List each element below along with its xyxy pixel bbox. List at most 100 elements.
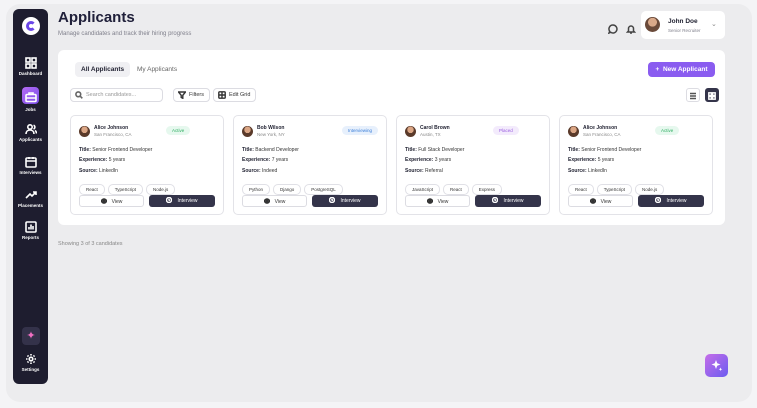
interview-button[interactable]: Interview <box>638 195 704 207</box>
applicant-name: Bob Wilson <box>257 125 285 131</box>
eye-icon <box>426 198 434 204</box>
applicant-card[interactable]: Carol Brown Austin, TX Placed Title: Ful… <box>396 115 550 215</box>
interview-label: Interview <box>177 198 198 204</box>
users-icon <box>24 122 37 135</box>
title-label: Title: <box>568 147 580 153</box>
skill-tag: React <box>568 184 594 195</box>
sidebar-item-placements[interactable]: Placements <box>13 188 48 208</box>
skills-list: JavaScript React Express <box>405 178 505 196</box>
applicant-card[interactable]: Alice Johnson San Francisco, CA Active T… <box>70 115 224 215</box>
experience-value: 7 years <box>271 157 289 163</box>
source-value: LinkedIn <box>99 168 118 174</box>
interview-label: Interview <box>340 198 361 204</box>
experience-value: 5 years <box>597 157 615 163</box>
skill-tag: PostgreSQL <box>304 184 343 195</box>
applicant-source: Source: Referral <box>405 168 443 174</box>
edit-grid-label: Edit Grid <box>229 92 251 98</box>
title-label: Title: <box>79 147 91 153</box>
search-placeholder: Search candidates... <box>86 92 137 98</box>
sidebar: Dashboard Jobs Applicants Interviews Pla… <box>13 9 48 384</box>
applicant-title: Title: Backend Developer <box>242 147 299 153</box>
new-applicant-button[interactable]: + New Applicant <box>648 62 715 77</box>
sidebar-item-dashboard[interactable]: Dashboard <box>13 56 48 76</box>
sidebar-item-reports[interactable]: Reports <box>13 220 48 240</box>
view-label: View <box>600 199 612 205</box>
applicant-experience: Experience: 5 years <box>568 157 614 163</box>
experience-label: Experience: <box>568 157 597 163</box>
eye-icon <box>589 198 597 204</box>
applicant-title: Title: Senior Frontend Developer <box>79 147 152 153</box>
skill-tag: TypeScript <box>107 184 144 195</box>
edit-grid-button[interactable]: Edit Grid <box>213 88 257 102</box>
sidebar-item-label: Settings <box>21 367 40 372</box>
dashboard-icon <box>24 56 37 69</box>
skills-list: React TypeScript Node.js <box>79 178 178 196</box>
interview-button[interactable]: Interview <box>312 195 378 207</box>
sidebar-item-settings[interactable]: Settings <box>13 352 48 372</box>
chat-icon[interactable] <box>607 21 618 35</box>
avatar <box>568 126 579 137</box>
eye-icon <box>263 198 271 204</box>
view-label: View <box>111 199 123 205</box>
filters-label: Filters <box>189 92 204 98</box>
new-applicant-label: New Applicant <box>662 66 708 73</box>
filters-button[interactable]: Filters <box>173 88 210 102</box>
applicant-name: Carol Brown <box>420 125 450 131</box>
skill-tag: Node.js <box>635 184 665 195</box>
ai-assistant-button[interactable]: ✦ <box>22 327 40 345</box>
ai-assistant-fab[interactable] <box>705 354 728 377</box>
skills-list: Python Django PostgreSQL <box>242 178 346 196</box>
user-menu[interactable]: John Doe Senior Recruiter ⌄ <box>641 11 725 39</box>
title-label: Title: <box>405 147 417 153</box>
eye-icon <box>100 198 108 204</box>
sidebar-item-label: Placements <box>17 203 43 208</box>
view-button[interactable]: View <box>568 195 633 207</box>
search-input[interactable]: Search candidates... <box>70 88 163 102</box>
trending-icon <box>24 188 37 200</box>
sidebar-item-label: Jobs <box>25 107 36 112</box>
source-value: LinkedIn <box>588 168 607 174</box>
source-label: Source: <box>79 168 98 174</box>
bell-icon[interactable] <box>625 21 637 34</box>
applicant-source: Source: Indeed <box>242 168 277 174</box>
applicants-panel: All Applicants My Applicants + New Appli… <box>58 50 725 225</box>
experience-value: 5 years <box>108 157 126 163</box>
applicant-card[interactable]: Alice Johnson San Francisco, CA Active T… <box>559 115 713 215</box>
applicant-source: Source: LinkedIn <box>568 168 607 174</box>
view-label: View <box>437 199 449 205</box>
title-value: Senior Frontend Developer <box>581 147 642 153</box>
experience-label: Experience: <box>405 157 434 163</box>
list-view-toggle[interactable] <box>686 88 700 102</box>
skill-tag: TypeScript <box>596 184 633 195</box>
view-button[interactable]: View <box>242 195 307 207</box>
view-button[interactable]: View <box>79 195 144 207</box>
source-label: Source: <box>242 168 261 174</box>
briefcase-icon <box>22 87 39 104</box>
applicant-location: Austin, TX <box>420 132 441 137</box>
tab-my-applicants[interactable]: My Applicants <box>131 62 183 77</box>
experience-label: Experience: <box>79 157 108 163</box>
applicant-experience: Experience: 5 years <box>79 157 125 163</box>
status-badge: Active <box>166 126 191 135</box>
sidebar-item-jobs[interactable]: Jobs <box>13 87 48 112</box>
logo-icon[interactable] <box>22 17 40 35</box>
interview-button[interactable]: Interview <box>149 195 215 207</box>
applicant-card[interactable]: Bob Wilson New York, NY Interviewing Tit… <box>233 115 387 215</box>
sidebar-item-label: Dashboard <box>18 71 43 76</box>
grid-view-toggle[interactable] <box>705 88 719 102</box>
clock-icon <box>492 196 499 204</box>
skill-tag: Node.js <box>146 184 176 195</box>
grid-edit-icon <box>218 91 226 99</box>
sparkle-icon <box>711 360 723 372</box>
gear-icon <box>25 352 37 364</box>
sidebar-item-applicants[interactable]: Applicants <box>13 122 48 142</box>
skill-tag: JavaScript <box>405 184 441 195</box>
source-label: Source: <box>568 168 587 174</box>
view-button[interactable]: View <box>405 195 470 207</box>
sidebar-item-label: Reports <box>21 235 39 240</box>
interview-button[interactable]: Interview <box>475 195 541 207</box>
sidebar-item-interviews[interactable]: Interviews <box>13 155 48 175</box>
tab-all-applicants[interactable]: All Applicants <box>75 62 131 77</box>
grid-icon <box>708 92 716 100</box>
applicant-name: Alice Johnson <box>583 125 618 131</box>
